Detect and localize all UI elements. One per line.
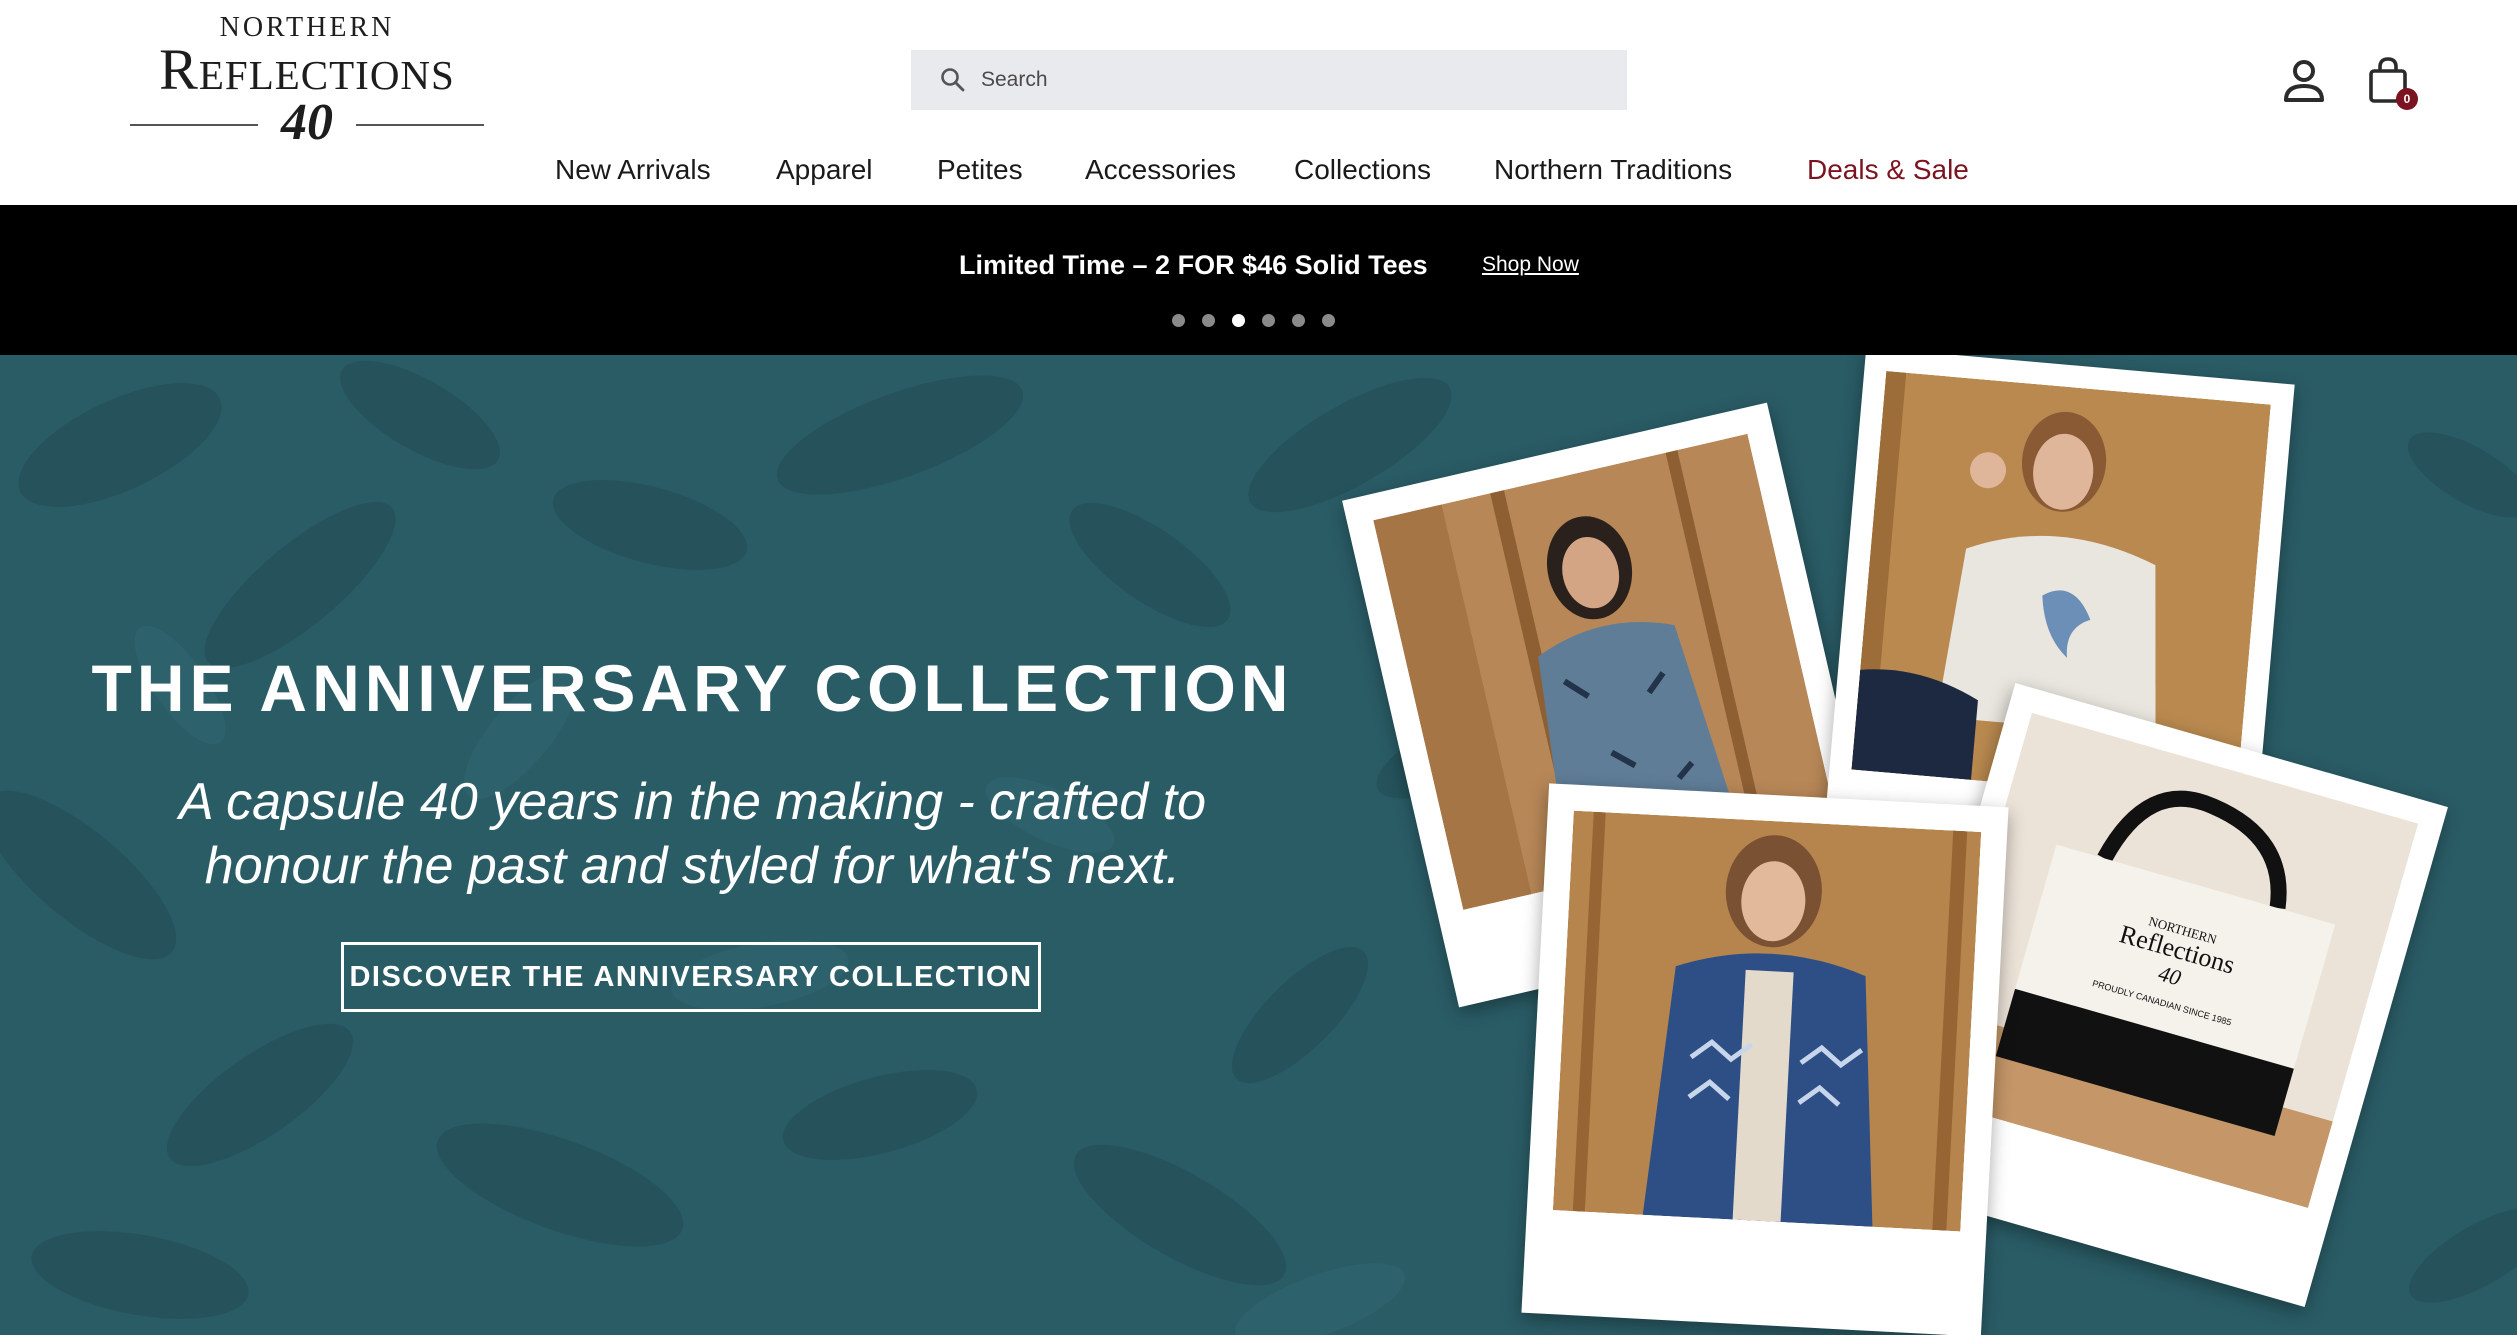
logo-number-row: 40 bbox=[130, 94, 484, 151]
brand-logo[interactable]: NORTHERN Reflections 40 bbox=[130, 14, 484, 149]
cart-button[interactable]: 0 bbox=[2366, 56, 2418, 110]
nav-item-petites[interactable]: Petites bbox=[937, 150, 1023, 190]
logo-number: 40 bbox=[281, 94, 333, 151]
hero-subtitle-line-2: honour the past and styled for what's ne… bbox=[204, 837, 1181, 895]
search-icon bbox=[941, 68, 965, 92]
photo-card-jacket[interactable] bbox=[1521, 783, 2009, 1335]
search-input[interactable] bbox=[981, 68, 1581, 92]
promo-text: Limited Time – 2 FOR $46 Solid Tees bbox=[959, 250, 1428, 280]
promo-banner: Limited Time – 2 FOR $46 Solid Tees Shop… bbox=[0, 205, 2517, 355]
carousel-dot[interactable] bbox=[1322, 314, 1335, 327]
carousel-dot-active[interactable] bbox=[1232, 314, 1245, 327]
promo-shop-now-link[interactable]: Shop Now bbox=[1482, 253, 1579, 277]
account-button[interactable] bbox=[2282, 58, 2326, 106]
carousel-dot[interactable] bbox=[1202, 314, 1215, 327]
nav-item-apparel[interactable]: Apparel bbox=[776, 150, 873, 190]
nav-item-collections[interactable]: Collections bbox=[1294, 150, 1431, 190]
main-nav: New Arrivals Apparel Petites Accessories… bbox=[0, 150, 2517, 190]
carousel-dot[interactable] bbox=[1172, 314, 1185, 327]
product-photo-jacket bbox=[1552, 810, 1982, 1232]
site-header: NORTHERN Reflections 40 0 New Arrivals A… bbox=[0, 0, 2517, 205]
nav-item-deals-sale[interactable]: Deals & Sale bbox=[1807, 150, 1969, 190]
hero-subtitle: A capsule 40 years in the making - craft… bbox=[0, 770, 1385, 898]
logo-main-text: Reflections bbox=[159, 37, 455, 102]
nav-item-accessories[interactable]: Accessories bbox=[1085, 150, 1236, 190]
hero-subtitle-line-1: A capsule 40 years in the making - craft… bbox=[178, 773, 1207, 831]
hero-banner: THE ANNIVERSARY COLLECTION A capsule 40 … bbox=[0, 355, 2517, 1335]
carousel-dots bbox=[1172, 314, 1352, 328]
cart-count-badge: 0 bbox=[2396, 88, 2418, 110]
nav-item-new-arrivals[interactable]: New Arrivals bbox=[555, 150, 711, 190]
nav-item-northern-traditions[interactable]: Northern Traditions bbox=[1494, 150, 1732, 190]
logo-divider-left bbox=[130, 124, 258, 126]
carousel-dot[interactable] bbox=[1262, 314, 1275, 327]
carousel-dot[interactable] bbox=[1292, 314, 1305, 327]
logo-divider-right bbox=[356, 124, 484, 126]
person-icon bbox=[2284, 60, 2324, 102]
hero-title: THE ANNIVERSARY COLLECTION bbox=[91, 651, 1294, 725]
discover-collection-button[interactable]: DISCOVER THE ANNIVERSARY COLLECTION bbox=[341, 942, 1041, 1012]
search-bar[interactable] bbox=[911, 50, 1627, 110]
